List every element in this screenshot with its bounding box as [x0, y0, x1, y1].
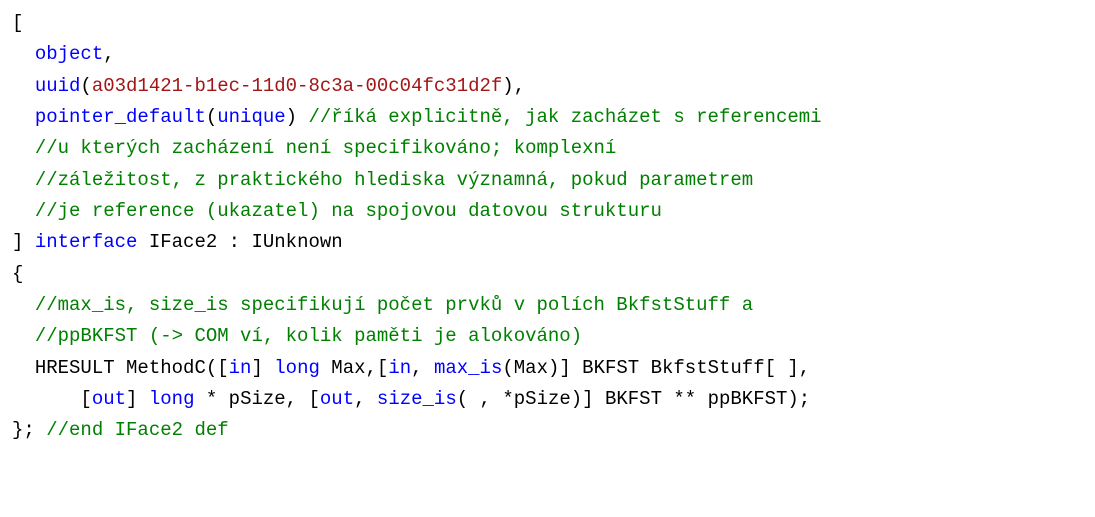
method-sig-b: ] [251, 357, 274, 379]
kw-unique: unique [217, 106, 285, 128]
method-sig2-d: , [354, 388, 377, 410]
brace-close: }; [12, 419, 46, 441]
comment-l7: //je reference (ukazatel) na spojovou da… [35, 200, 662, 222]
comment-l6: //záležitost, z praktického hlediska výz… [35, 169, 753, 191]
method-sig2-a: [ [80, 388, 91, 410]
method-sig-c: Max,[ [320, 357, 388, 379]
method-sig2-e: ( , *pSize)] BKFST ** ppBKFST); [457, 388, 810, 410]
comment-end: //end IFace2 def [46, 419, 228, 441]
comment-l4: //říká explicitně, jak zacházet s refere… [308, 106, 821, 128]
bracket-close: ] [12, 231, 35, 253]
uuid-value: a03d1421-b1ec-11d0-8c3a-00c04fc31d2f [92, 75, 502, 97]
bracket-open: [ [12, 12, 23, 34]
method-sig-a: HRESULT MethodC([ [35, 357, 229, 379]
method-sig-e: (Max)] BKFST BkfstStuff[ ], [502, 357, 810, 379]
kw-out2: out [320, 388, 354, 410]
comment-l10: //max_is, size_is specifikují počet prvk… [35, 294, 753, 316]
punc-close2: ) [286, 106, 309, 128]
punc-open: ( [206, 106, 217, 128]
kw-long2: long [149, 388, 195, 410]
kw-uuid: uuid [35, 75, 81, 97]
kw-in2: in [388, 357, 411, 379]
kw-interface: interface [35, 231, 138, 253]
kw-maxis: max_is [434, 357, 502, 379]
kw-long1: long [274, 357, 320, 379]
kw-object: object [35, 43, 103, 65]
idl-code-block: [ object, uuid(a03d1421-b1ec-11d0-8c3a-0… [0, 0, 1095, 455]
comment-l5: //u kterých zacházení není specifikováno… [35, 137, 617, 159]
comment-l11: //ppBKFST (-> COM ví, kolik paměti je al… [35, 325, 582, 347]
interface-decl: IFace2 : IUnknown [137, 231, 342, 253]
punc-close: ), [502, 75, 525, 97]
kw-in1: in [229, 357, 252, 379]
kw-out1: out [92, 388, 126, 410]
kw-sizeis: size_is [377, 388, 457, 410]
punc-open-paren: ( [80, 75, 91, 97]
method-sig-d: , [411, 357, 434, 379]
method-sig2-c: * pSize, [ [194, 388, 319, 410]
method-sig2-b: ] [126, 388, 149, 410]
punc-comma: , [103, 43, 114, 65]
kw-pointer-default: pointer_default [35, 106, 206, 128]
brace-open: { [12, 263, 23, 285]
